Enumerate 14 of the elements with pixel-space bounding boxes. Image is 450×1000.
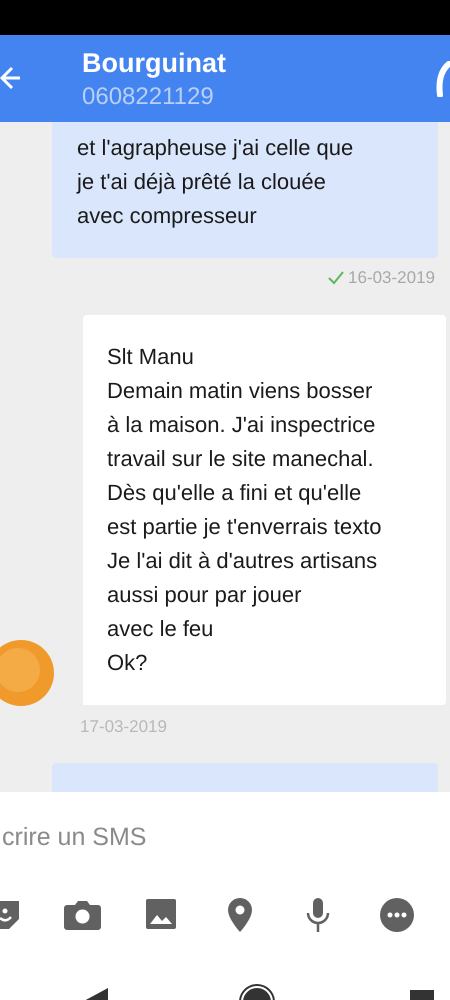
contact-avatar — [0, 640, 54, 706]
timestamp: 16-03-2019 — [348, 267, 435, 290]
camera-icon[interactable] — [64, 900, 101, 930]
home-nav-icon[interactable] — [239, 984, 275, 1000]
microphone-icon[interactable] — [306, 898, 330, 932]
more-options-icon[interactable] — [380, 898, 414, 932]
contact-name: Bourguinat — [82, 46, 226, 80]
message-text: Slt Manu Demain matin viens bosser à la maison. J'ai inspectrice travail sur le site manechal. Dès qu'elle a fini et qu'elle est partie je t'enverrais texto Je l'ai dit à d'autres artisans aussi pour par jouer avec le feu Ok? — [107, 343, 382, 677]
message-text: et l'agrapheuse j'ai celle que je t'ai déjà prêté la clouée avec compresseur — [77, 134, 354, 230]
sticker-icon[interactable] — [0, 898, 20, 932]
location-pin-icon[interactable] — [228, 898, 252, 932]
phone-number: 0608221129 — [82, 82, 215, 112]
back-arrow-icon[interactable] — [0, 65, 22, 91]
image-icon[interactable] — [146, 899, 176, 929]
